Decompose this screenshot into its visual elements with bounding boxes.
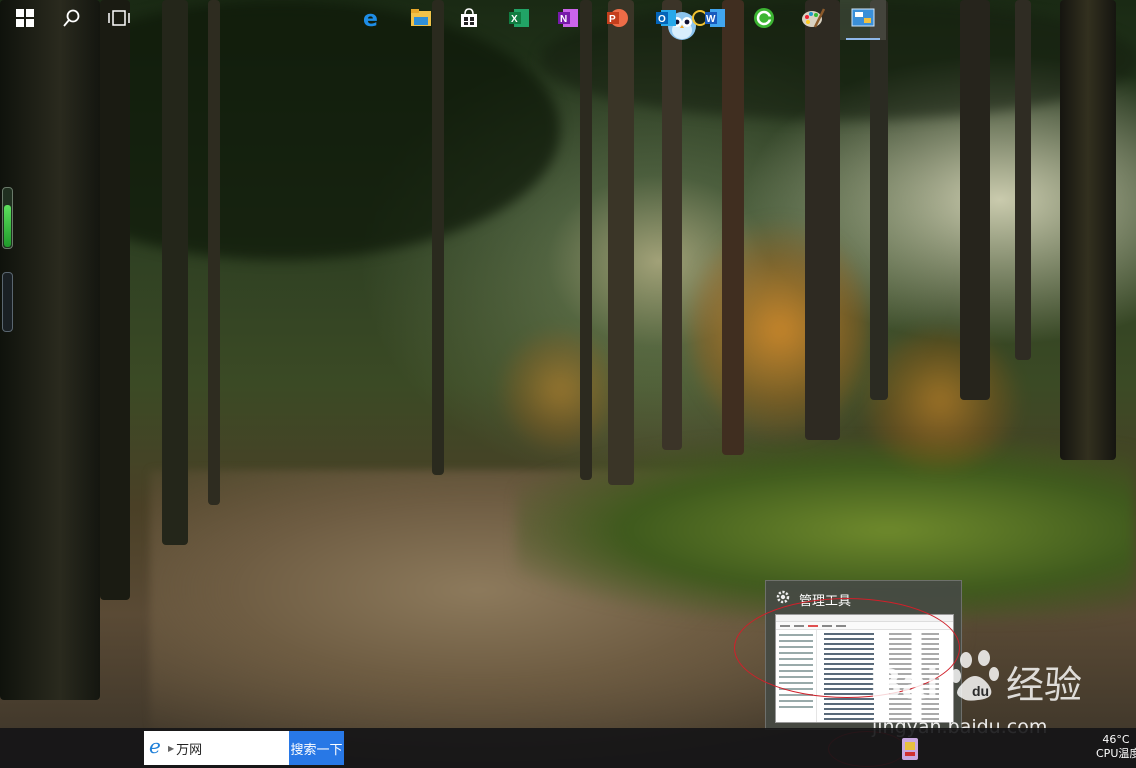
svg-text:O: O — [658, 14, 666, 25]
taskbar-app-outlook[interactable]: O — [643, 0, 689, 40]
wallpaper-tree-trunk — [722, 0, 744, 455]
cpu-usage-gauge[interactable] — [2, 187, 13, 249]
wallpaper-autumn-foliage — [500, 330, 620, 450]
wallpaper-tree-trunk — [432, 0, 444, 475]
taskbar-app-edge[interactable]: e — [350, 0, 396, 40]
edge-icon: e — [362, 7, 384, 33]
wallpaper-tree-trunk — [1060, 0, 1116, 460]
taskbar-app-file-explorer[interactable] — [398, 0, 444, 40]
desktop: 管理工具 Bai du 经验 jingyan.baidu.com e ▶ 万网 … — [0, 0, 1136, 768]
cpu-temperature-indicator[interactable]: 46°C CPU温度 — [1096, 729, 1136, 768]
svg-text:e: e — [363, 7, 378, 29]
svg-text:X: X — [511, 14, 518, 25]
file-explorer-icon — [410, 8, 432, 32]
taskbar-app-powerpoint[interactable]: P — [594, 0, 640, 40]
wallpaper-tree-trunk — [208, 0, 220, 505]
taskbar-app-store[interactable] — [446, 0, 492, 40]
word-icon: W — [704, 7, 726, 33]
onenote-icon: N — [557, 7, 579, 33]
wallpaper-tree-trunk — [162, 0, 188, 545]
cpu-temperature-label: CPU温度 — [1096, 747, 1136, 760]
memory-usage-gauge[interactable] — [2, 272, 13, 332]
taskbar-app-excel[interactable]: X — [496, 0, 542, 40]
start-button[interactable] — [2, 0, 48, 40]
taskbar-app-onenote[interactable]: N — [545, 0, 591, 40]
wallpaper-tree-trunk — [100, 0, 130, 600]
powerpoint-icon: P — [606, 7, 628, 33]
task-view-icon — [108, 10, 130, 30]
svg-text:经验: 经验 — [1006, 663, 1082, 707]
baidu-jingyan-watermark: Bai du 经验 — [866, 640, 1136, 720]
taskbar-app-word[interactable]: W — [692, 0, 738, 40]
wallpaper-tree-trunk — [580, 0, 592, 480]
svg-text:N: N — [560, 14, 567, 25]
excel-icon: X — [508, 7, 530, 33]
wallpaper-tree-trunk — [805, 0, 840, 440]
svg-text:P: P — [609, 14, 616, 25]
360-browser-icon — [753, 7, 775, 33]
search-button[interactable] — [49, 0, 95, 40]
wallpaper-tree-trunk — [870, 0, 888, 400]
paint-palette-icon — [801, 7, 826, 33]
store-icon — [459, 8, 479, 32]
baidu-search-input[interactable]: e ▶ 万网 — [144, 731, 289, 765]
svg-text:W: W — [706, 14, 716, 25]
ie-icon: e — [148, 734, 168, 760]
search-icon — [63, 9, 81, 31]
wallpaper-tree-trunk — [0, 0, 100, 700]
wallpaper-tree-trunk — [608, 0, 634, 485]
cpu-temperature-value: 46°C — [1102, 733, 1130, 746]
wallpaper-tree-trunk — [1015, 0, 1031, 360]
tray-app-icon[interactable] — [898, 736, 922, 762]
dropdown-triangle-icon: ▶ — [168, 743, 175, 753]
wallpaper-tree-trunk — [662, 0, 682, 450]
taskbar-app-360-browser[interactable] — [741, 0, 787, 40]
taskbar-app-paint[interactable] — [790, 0, 836, 40]
wallpaper-autumn-foliage — [690, 220, 870, 440]
search-input-value: 万网 — [176, 742, 203, 758]
task-view-button[interactable] — [96, 0, 142, 40]
svg-text:e: e — [149, 736, 161, 756]
search-submit-button[interactable]: 搜索一下 — [289, 731, 344, 765]
outlook-icon: O — [655, 7, 677, 33]
control-panel-icon — [851, 8, 875, 32]
taskbar-app-control-panel[interactable] — [840, 0, 886, 40]
svg-text:du: du — [972, 683, 989, 699]
svg-text:Bai: Bai — [870, 659, 938, 708]
windows-start-icon — [16, 9, 34, 31]
wallpaper-tree-trunk — [960, 0, 990, 400]
